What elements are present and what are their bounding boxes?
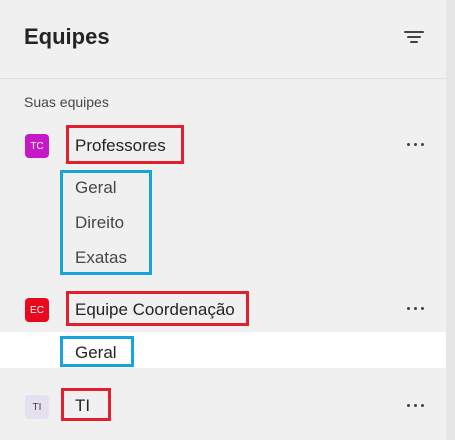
more-options-icon[interactable] [405, 304, 427, 314]
highlight-box-red [66, 291, 249, 326]
more-options-icon[interactable] [405, 401, 427, 411]
team-avatar: EC [25, 298, 49, 322]
panel-header: Equipes [0, 0, 446, 79]
highlight-box-blue [60, 336, 134, 367]
highlight-box-red [61, 388, 111, 421]
teams-panel: Equipes Suas equipes TC Professores Gera… [0, 0, 446, 440]
filter-icon[interactable] [404, 29, 424, 45]
highlight-box-red [66, 125, 184, 164]
highlight-box-blue [60, 170, 152, 275]
page-title: Equipes [24, 24, 110, 49]
scrollbar-track[interactable] [446, 0, 455, 440]
section-label: Suas equipes [24, 94, 109, 110]
team-avatar: TC [25, 134, 49, 158]
team-avatar: TI [25, 395, 49, 419]
more-options-icon[interactable] [405, 140, 427, 150]
